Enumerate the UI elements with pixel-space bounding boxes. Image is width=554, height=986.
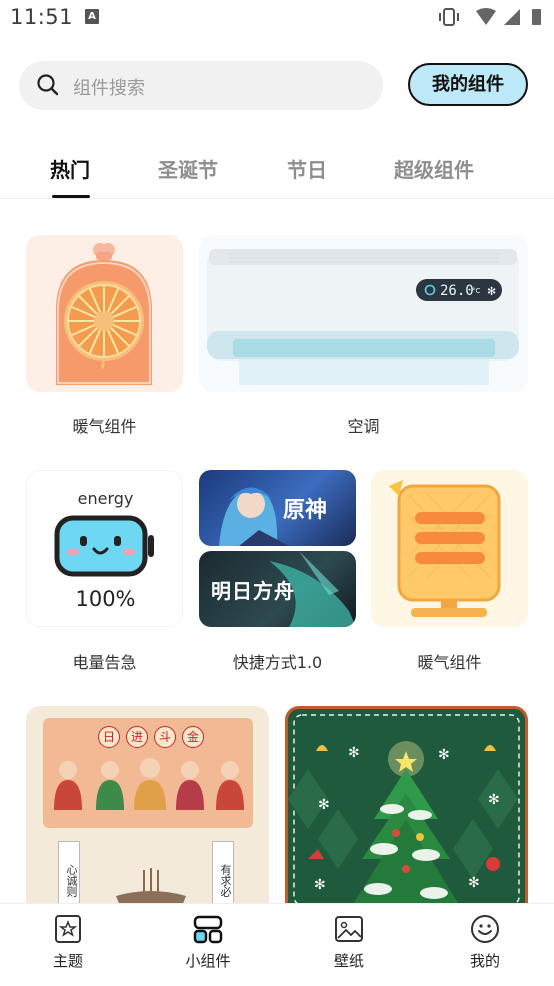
svg-text:✻: ✻ xyxy=(468,875,480,891)
arknights-shortcut[interactable]: 明日方舟 xyxy=(199,551,356,627)
christmas-tree-illustration: ✻ ✻ ✻ ✻ ✻ ✻ xyxy=(288,714,520,903)
heater2-widget-card[interactable] xyxy=(371,470,528,627)
wallpaper-icon xyxy=(335,916,363,942)
widget-icon xyxy=(193,915,223,944)
nav-wallpaper[interactable]: 壁纸 xyxy=(309,914,389,971)
genshin-shortcut[interactable]: 原神 xyxy=(199,470,356,546)
battery-widget-label: 电量告急 xyxy=(72,653,137,672)
tab-divider xyxy=(0,198,554,199)
battery-title: energy xyxy=(77,489,134,508)
tab-super-widget[interactable]: 超级组件 xyxy=(394,154,474,183)
heater-illustration xyxy=(56,243,152,385)
heater-widget-label: 暖气组件 xyxy=(72,417,137,436)
arknights-logo-text: 明日方舟 xyxy=(211,579,295,603)
heater2-illustration xyxy=(389,480,501,617)
my-widgets-button[interactable]: 我的组件 xyxy=(408,63,528,106)
christmas-widget-card[interactable]: ✻ ✻ ✻ ✻ ✻ ✻ xyxy=(285,706,528,906)
svg-text:✻: ✻ xyxy=(438,747,450,763)
svg-text:✻: ✻ xyxy=(318,797,330,813)
search-bar[interactable]: 组件搜索 xyxy=(19,61,383,110)
battery-face-icon xyxy=(54,515,154,577)
aircon-temperature: 26.0 xyxy=(440,283,474,299)
wifi-icon xyxy=(476,8,496,25)
genshin-logo-text: 原神 xyxy=(283,497,328,523)
profile-icon xyxy=(471,915,499,943)
battery-status-icon xyxy=(532,9,541,25)
svg-text:✻: ✻ xyxy=(314,877,326,893)
svg-text:✻: ✻ xyxy=(488,792,500,808)
fortune-scroll-left: 心诚则 xyxy=(58,841,80,906)
incense-burner xyxy=(116,868,186,906)
nav-widgets[interactable]: 小组件 xyxy=(168,914,248,971)
aircon-widget-card[interactable]: ✻ xyxy=(199,235,528,392)
fortune-scroll-right: 有求必 xyxy=(212,841,234,906)
shortcut-widget-card[interactable]: 原神 明日方舟 xyxy=(199,470,356,627)
aircon-illustration: ✻ xyxy=(207,249,519,385)
status-time: 11:51 xyxy=(10,5,74,29)
fortune-gods-illustration xyxy=(54,758,244,810)
svg-text:✻: ✻ xyxy=(348,745,360,761)
heater2-widget-label: 暖气组件 xyxy=(417,653,482,672)
battery-widget-card[interactable]: energy 100% xyxy=(26,470,183,627)
svg-text:✻: ✻ xyxy=(487,285,496,298)
search-placeholder: 组件搜索 xyxy=(73,78,145,99)
battery-percent: 100% xyxy=(75,587,136,611)
aircon-unit: °C xyxy=(472,287,481,295)
status-icons xyxy=(439,8,541,26)
fortune-banner-chars: 日 进 斗 金 xyxy=(98,726,204,748)
shortcut-widget-label: 快捷方式1.0 xyxy=(232,653,323,672)
signal-icon xyxy=(504,9,520,25)
search-icon xyxy=(37,74,59,96)
notification-icon: A xyxy=(85,9,99,24)
tab-hot[interactable]: 热门 xyxy=(50,154,90,183)
bottom-nav: 主题 小组件 壁纸 我的 xyxy=(0,903,554,986)
theme-icon xyxy=(55,915,81,943)
tab-christmas[interactable]: 圣诞节 xyxy=(158,154,218,183)
vibrate-icon xyxy=(439,8,459,26)
heater-widget-card[interactable] xyxy=(26,235,183,392)
nav-profile[interactable]: 我的 xyxy=(445,914,525,971)
aircon-widget-label: 空调 xyxy=(347,417,380,436)
nav-theme[interactable]: 主题 xyxy=(28,914,108,971)
fortune-widget-card[interactable]: 日 进 斗 金 心诚则 有求必 xyxy=(26,706,269,906)
tab-holiday[interactable]: 节日 xyxy=(287,154,327,183)
